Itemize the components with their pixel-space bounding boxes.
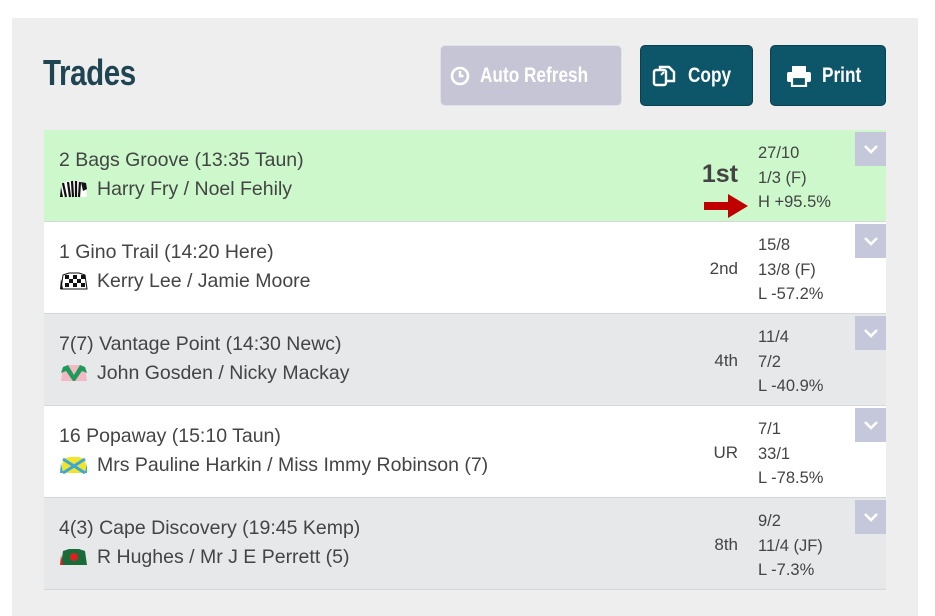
trades-list: 2 Bags Groove (13:35 Taun) Harry Fry / N…	[44, 130, 886, 590]
chevron-down-icon	[863, 237, 878, 246]
trade-result: L -40.9%	[758, 377, 824, 395]
race-name[interactable]: 4(3) Cape Discovery (19:45 Kemp)	[59, 517, 360, 540]
auto-refresh-label: Auto Refresh	[480, 63, 589, 87]
taken-odds: 15/8	[758, 236, 791, 254]
trade-row: 4(3) Cape Discovery (19:45 Kemp) R Hughe…	[44, 498, 886, 590]
chevron-down-icon	[863, 329, 878, 338]
trainer-jockey: R Hughes / Mr J E Perrett (5)	[59, 546, 349, 569]
finish-position: UR	[713, 443, 738, 462]
highlight-arrow-icon	[704, 194, 748, 218]
trainer-jockey-names: R Hughes / Mr J E Perrett (5)	[97, 546, 350, 568]
chevron-down-icon	[863, 145, 878, 154]
jockey-silks-icon	[59, 455, 89, 477]
jockey-silks-icon	[59, 271, 89, 293]
race-name[interactable]: 16 Popaway (15:10 Taun)	[59, 425, 281, 448]
print-label: Print	[822, 63, 862, 87]
trainer-jockey: Kerry Lee / Jamie Moore	[59, 270, 311, 293]
trainer-jockey: Harry Fry / Noel Fehily	[59, 178, 292, 201]
race-name[interactable]: 7(7) Vantage Point (14:30 Newc)	[59, 333, 342, 356]
jockey-silks-icon	[59, 363, 89, 385]
auto-refresh-button[interactable]: Auto Refresh	[440, 45, 622, 106]
copy-button[interactable]: Copy	[640, 45, 753, 106]
copy-icon	[652, 64, 678, 88]
taken-odds: 7/1	[758, 420, 781, 438]
trainer-jockey-names: Mrs Pauline Harkin / Miss Immy Robinson …	[97, 454, 489, 476]
trainer-jockey: John Gosden / Nicky Mackay	[59, 362, 350, 385]
odds-block: 27/10 1/3 (F) H +95.5%	[758, 141, 831, 215]
sp-odds: 7/2	[758, 352, 781, 371]
chevron-down-icon	[863, 513, 878, 522]
race-name[interactable]: 1 Gino Trail (14:20 Here)	[59, 241, 274, 264]
expand-row-button[interactable]	[855, 408, 886, 442]
clock-icon	[450, 66, 470, 86]
trainer-jockey-names: Kerry Lee / Jamie Moore	[97, 270, 311, 292]
trade-row: 7(7) Vantage Point (14:30 Newc) John Gos…	[44, 314, 886, 406]
taken-odds: 9/2	[758, 512, 781, 530]
taken-odds: 11/4	[758, 328, 789, 346]
finish-position: 4th	[714, 351, 738, 370]
sp-odds: 11/4 (JF)	[758, 536, 823, 555]
printer-icon	[786, 65, 812, 87]
taken-odds: 27/10	[758, 144, 800, 162]
expand-row-button[interactable]	[855, 500, 886, 534]
trainer-jockey: Mrs Pauline Harkin / Miss Immy Robinson …	[59, 454, 488, 477]
trade-row: 16 Popaway (15:10 Taun) Mrs Pauline Hark…	[44, 406, 886, 498]
expand-row-button[interactable]	[855, 316, 886, 350]
odds-block: 11/4 7/2 L -40.9%	[758, 325, 823, 399]
page-title: Trades	[43, 52, 136, 93]
sp-odds: 1/3 (F)	[758, 168, 807, 187]
trade-row: 2 Bags Groove (13:35 Taun) Harry Fry / N…	[44, 130, 886, 222]
trainer-jockey-names: Harry Fry / Noel Fehily	[97, 178, 293, 200]
chevron-down-icon	[863, 421, 878, 430]
race-name[interactable]: 2 Bags Groove (13:35 Taun)	[59, 149, 304, 172]
finish-position: 2nd	[709, 259, 738, 278]
copy-label: Copy	[688, 63, 732, 87]
trade-result: L -57.2%	[758, 285, 824, 303]
odds-block: 9/2 11/4 (JF) L -7.3%	[758, 509, 823, 583]
trade-result: H +95.5%	[758, 193, 831, 211]
trainer-jockey-names: John Gosden / Nicky Mackay	[97, 362, 350, 384]
trades-panel: Trades Auto Refresh Copy Print 2 Bags Gr…	[12, 18, 918, 616]
sp-odds: 13/8 (F)	[758, 260, 816, 279]
odds-block: 15/8 13/8 (F) L -57.2%	[758, 233, 823, 307]
trade-row: 1 Gino Trail (14:20 Here) Kerry Lee / Ja…	[44, 222, 886, 314]
trade-result: L -78.5%	[758, 469, 824, 487]
trade-result: L -7.3%	[758, 561, 815, 579]
odds-block: 7/1 33/1 L -78.5%	[758, 417, 823, 491]
finish-position: 1st	[701, 160, 738, 188]
print-button[interactable]: Print	[770, 45, 886, 106]
expand-row-button[interactable]	[855, 224, 886, 258]
finish-position: 8th	[714, 535, 738, 554]
sp-odds: 33/1	[758, 444, 791, 463]
jockey-silks-icon	[59, 179, 89, 201]
expand-row-button[interactable]	[855, 132, 886, 166]
jockey-silks-icon	[59, 547, 89, 569]
